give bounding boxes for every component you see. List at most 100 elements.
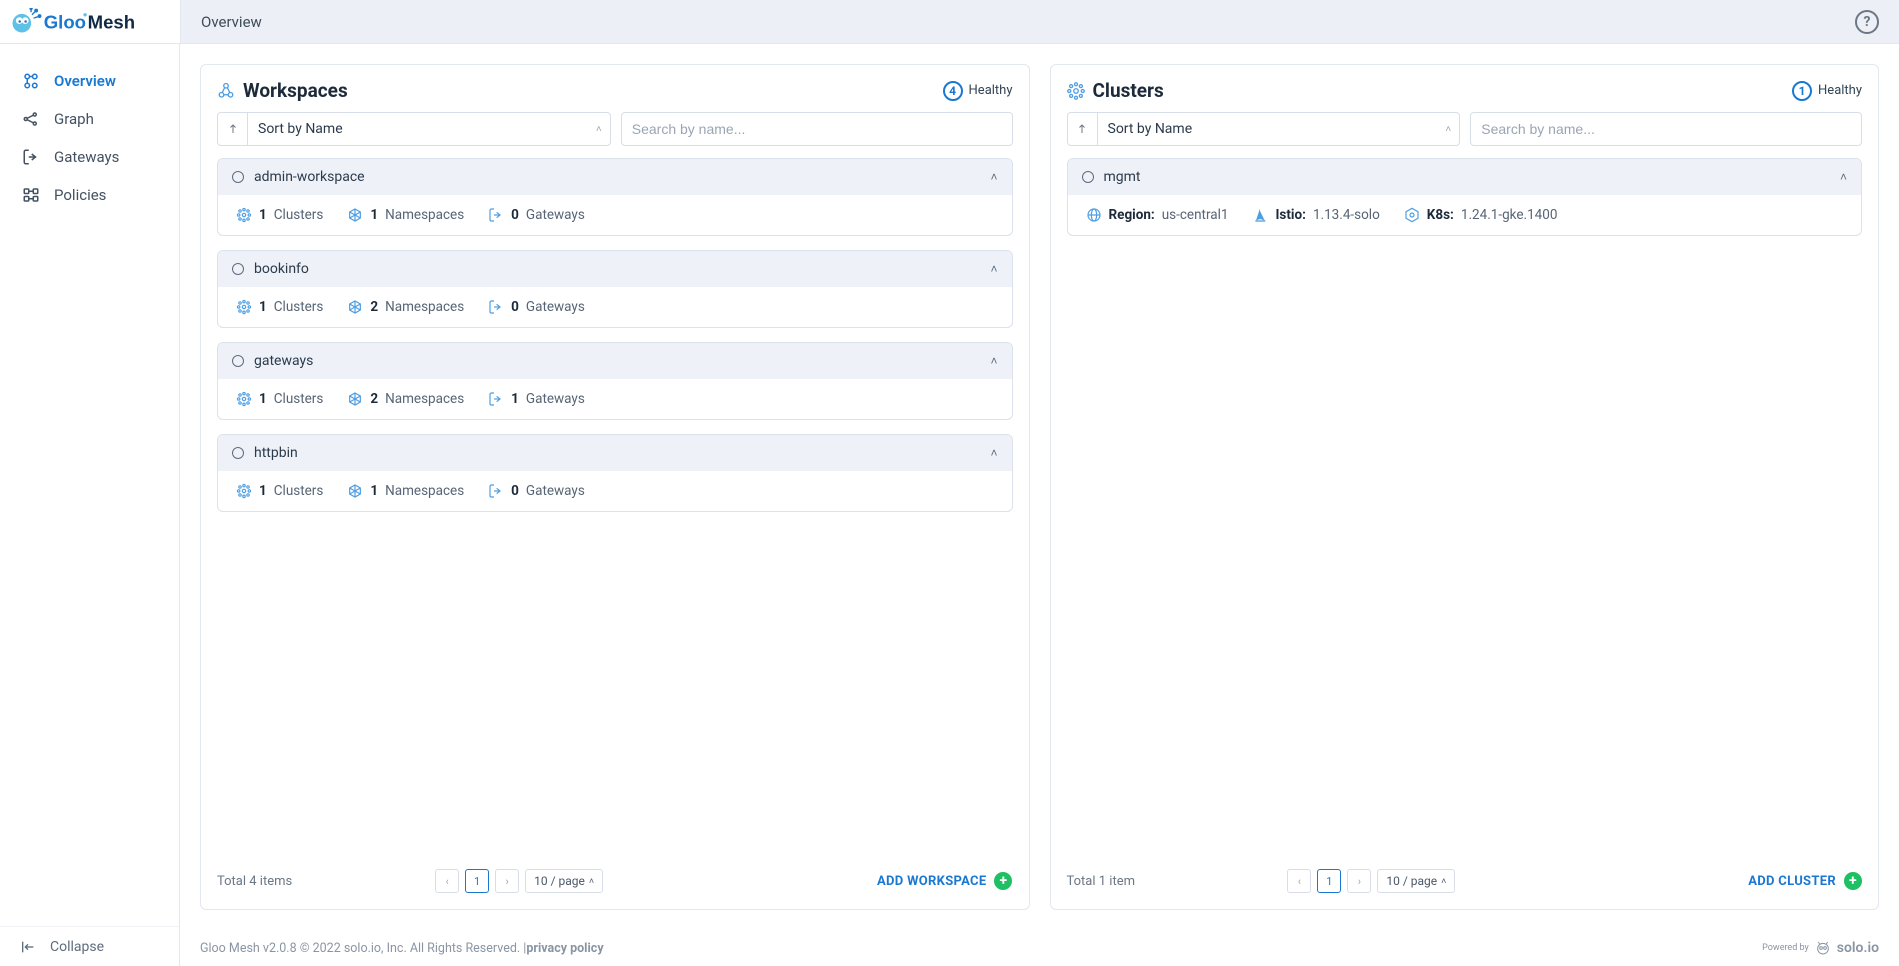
sort-direction-icon[interactable] [1068,113,1098,145]
stat-clusters: 1 Clusters [236,299,323,315]
pager-size-select[interactable]: 10 / page˄ [1377,869,1455,893]
workspaces-pagination: ‹ 1 › 10 / page˄ [435,869,603,893]
panel-workspaces: Workspaces 4 Healthy Sort by Name ˄ [200,64,1030,910]
pager-prev-button[interactable]: ‹ [1287,869,1311,893]
workspace-item-name: bookinfo [254,261,980,277]
chevron-up-icon: ˄ [990,170,997,184]
title-bar: Overview ? [180,0,1899,43]
sort-direction-icon[interactable] [218,113,248,145]
stat-key: Istio: [1275,207,1305,223]
stat-clusters: 1 Clusters [236,391,323,407]
clusters-sort-dropdown[interactable]: Sort by Name ˄ [1067,112,1461,146]
stat-istio: Istio: 1.13.4-solo [1252,207,1379,223]
stat-region: Region: us-central1 [1086,207,1229,223]
stat-value: us-central1 [1162,207,1229,223]
collapse-sidebar-button[interactable]: Collapse [0,926,179,966]
status-dot-icon [232,355,244,367]
powered-brand: solo.io [1837,940,1879,956]
workspaces-sort-dropdown[interactable]: Sort by Name ˄ [217,112,611,146]
stat-label: Clusters [274,299,324,315]
pager-next-button[interactable]: › [1347,869,1371,893]
globe-icon [1086,207,1102,223]
workspace-item-header[interactable]: httpbin ˄ [218,435,1012,471]
workspace-item-name: httpbin [254,445,980,461]
namespaces-icon [347,391,363,407]
pager-next-button[interactable]: › [495,869,519,893]
workspaces-sort-label: Sort by Name [248,121,586,137]
cluster-item-header[interactable]: mgmt ˄ [1068,159,1862,195]
stat-label: Gateways [526,299,585,315]
workspaces-status-badge: 4 Healthy [943,81,1013,101]
stat-label: Namespaces [385,207,464,223]
privacy-policy-link[interactable]: privacy policy [526,941,603,956]
clusters-sort-label: Sort by Name [1098,121,1436,137]
gateways-icon [488,483,504,499]
workspaces-count-circle: 4 [943,81,963,101]
stat-clusters: 1 Clusters [236,207,323,223]
workspace-item: gateways ˄ 1 Clusters 2 Namespaces 1 Gat [217,342,1013,420]
sidebar-item-graph[interactable]: Graph [0,100,179,138]
workspace-item-header[interactable]: admin-workspace ˄ [218,159,1012,195]
clusters-search-input[interactable] [1470,112,1862,146]
clusters-icon [236,391,252,407]
gateways-icon [488,207,504,223]
workspace-item-name: gateways [254,353,980,369]
add-cluster-button[interactable]: ADD CLUSTER + [1748,872,1862,890]
workspace-item: bookinfo ˄ 1 Clusters 2 Namespaces 0 Gat [217,250,1013,328]
workspaces-search-input[interactable] [621,112,1013,146]
stat-k8s: K8s: 1.24.1-gke.1400 [1404,207,1558,223]
stat-count: 0 [511,483,519,499]
cluster-item-name: mgmt [1104,169,1830,185]
add-workspace-label: ADD WORKSPACE [877,874,986,889]
stat-key: K8s: [1427,207,1454,223]
workspace-item-header[interactable]: bookinfo ˄ [218,251,1012,287]
workspace-item: httpbin ˄ 1 Clusters 1 Namespaces 0 Gate [217,434,1013,512]
stat-label: Gateways [526,391,585,407]
panel-workspaces-title: Workspaces [217,79,933,102]
stat-count: 1 [259,207,267,223]
pager-page-button[interactable]: 1 [465,869,489,893]
gloo-mesh-logo-icon: Gloo Mesh [10,8,155,35]
pager-size-select[interactable]: 10 / page˄ [525,869,603,893]
status-dot-icon [232,171,244,183]
chevron-up-icon: ˄ [990,446,997,460]
logo[interactable]: Gloo Mesh [0,0,180,43]
stat-namespaces: 1 Namespaces [347,207,464,223]
stat-label: Namespaces [385,483,464,499]
stat-count: 0 [511,299,519,315]
clusters-icon [236,483,252,499]
pager-prev-button[interactable]: ‹ [435,869,459,893]
stat-value: 1.24.1-gke.1400 [1461,207,1558,223]
help-button[interactable]: ? [1855,10,1879,34]
workspaces-total-text: Total 4 items [217,874,292,889]
pager-size-label: 10 / page [534,874,585,888]
workspace-item-header[interactable]: gateways ˄ [218,343,1012,379]
stat-gateways: 0 Gateways [488,299,585,315]
sidebar-item-policies[interactable]: Policies [0,176,179,214]
sidebar-item-overview[interactable]: Overview [0,62,179,100]
plus-icon: + [994,872,1012,890]
sidebar-item-label: Policies [54,186,106,204]
workspace-item: admin-workspace ˄ 1 Clusters 1 Namespace… [217,158,1013,236]
stat-count: 1 [370,483,378,499]
panel-workspaces-title-text: Workspaces [243,79,348,102]
stat-key: Region: [1109,207,1155,223]
gateways-icon [22,148,40,166]
sidebar-item-label: Graph [54,110,94,128]
stat-count: 1 [259,483,267,499]
collapse-icon [20,939,36,955]
pager-page-button[interactable]: 1 [1317,869,1341,893]
clusters-icon [236,299,252,315]
sidebar-item-gateways[interactable]: Gateways [0,138,179,176]
stat-count: 0 [511,207,519,223]
namespaces-icon [347,483,363,499]
status-dot-icon [1082,171,1094,183]
stat-gateways: 1 Gateways [488,391,585,407]
namespaces-icon [347,207,363,223]
add-workspace-button[interactable]: ADD WORKSPACE + [877,872,1012,890]
gateways-icon [488,299,504,315]
clusters-total-text: Total 1 item [1067,874,1136,889]
pager-size-label: 10 / page [1386,874,1437,888]
stat-namespaces: 2 Namespaces [347,391,464,407]
add-cluster-label: ADD CLUSTER [1748,874,1836,889]
